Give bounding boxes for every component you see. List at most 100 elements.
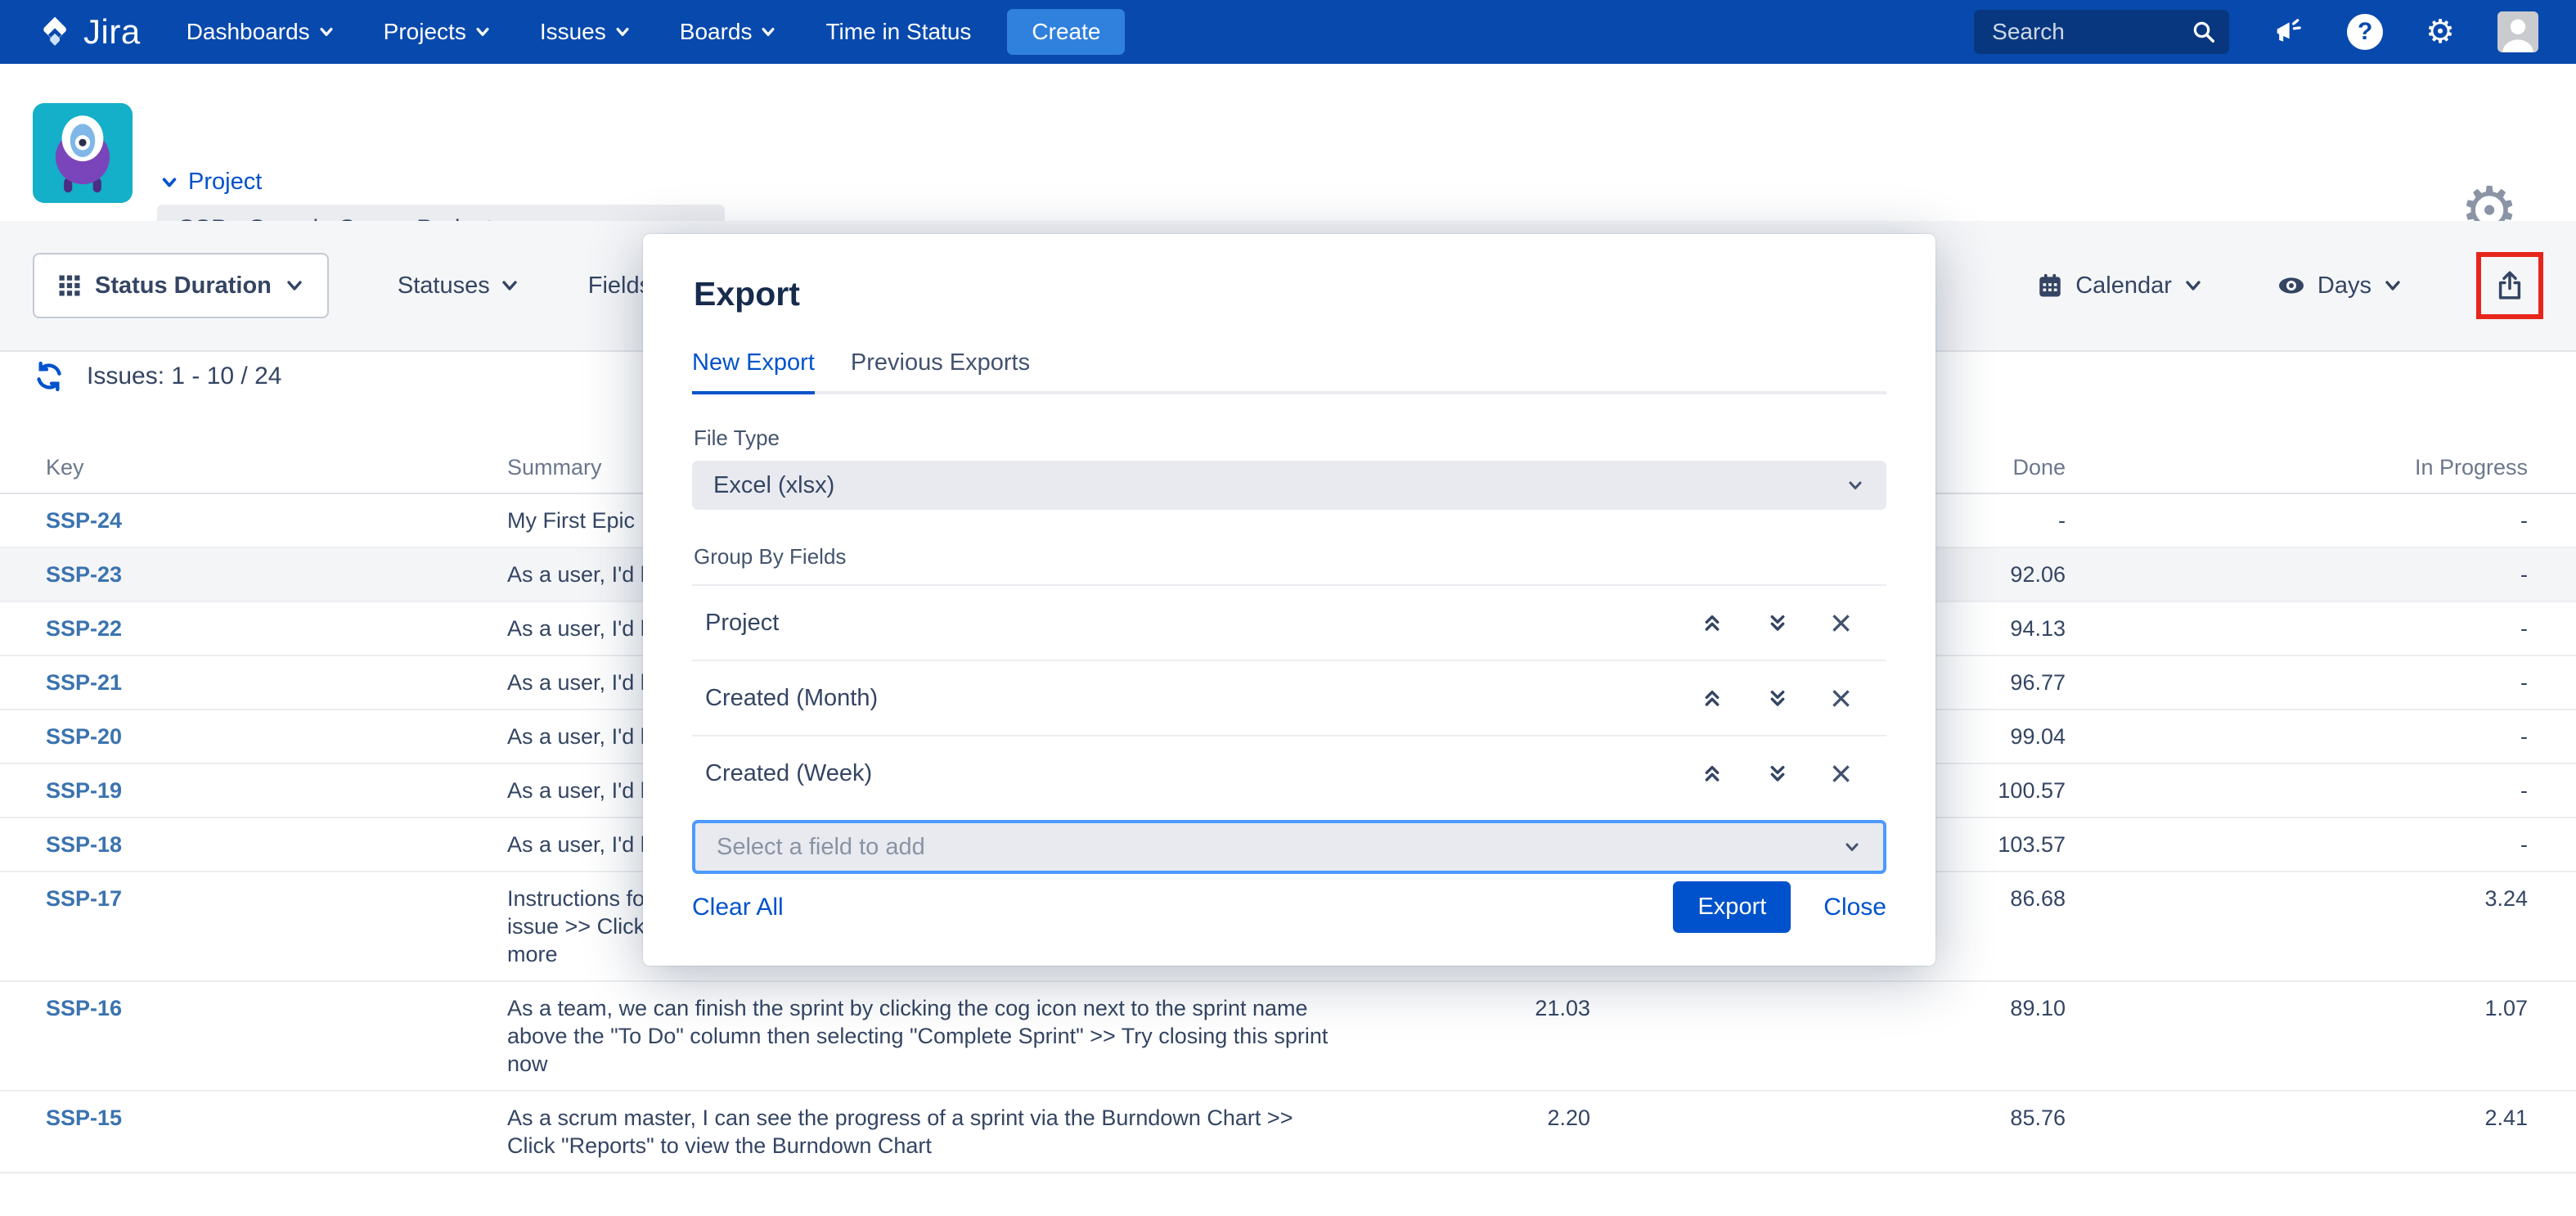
calendar-menu[interactable]: Calendar [2036,272,2203,299]
nav-item-dashboards[interactable]: Dashboards [187,19,335,45]
file-type-select[interactable]: Excel (xlsx) [692,461,1886,510]
nav-item-boards[interactable]: Boards [680,19,777,45]
nav-item-projects[interactable]: Projects [384,19,491,45]
statuses-menu-label: Statuses [398,272,490,299]
in-progress-value: 2.41 [2066,1092,2528,1172]
clear-all-button[interactable]: Clear All [692,894,784,921]
file-type-label: File Type [694,426,1886,451]
chevron-down-icon [614,24,631,40]
issue-key-link[interactable]: SSP-17 [46,886,122,911]
nav-item-time-in-status[interactable]: Time in Status [825,19,971,45]
move-top-icon[interactable] [1699,685,1725,711]
nav-item-label: Dashboards [187,19,310,45]
group-field-row: Project × [692,584,1886,660]
in-progress-value: - [2066,710,2528,763]
in-progress-value: 3.24 [2066,872,2528,980]
nav-menu: Dashboards Projects Issues Boards Time i… [187,19,972,45]
export-share-icon [2493,268,2527,303]
issue-summary: As a team, we can finish the sprint by c… [507,982,1342,1090]
chevron-down-icon [500,276,519,295]
create-button[interactable]: Create [1007,9,1125,55]
close-button[interactable]: Close [1823,894,1886,921]
issue-key-link[interactable]: SSP-22 [46,616,122,641]
chevron-down-icon [318,24,335,40]
eye-icon [2277,271,2306,300]
chevron-down-icon [760,24,776,40]
issues-count-bar: Issues: 1 - 10 / 24 [33,350,281,403]
calendar-icon [2036,272,2064,299]
group-field-row: Created (Month) × [692,660,1886,735]
move-bottom-icon[interactable] [1765,610,1791,636]
chevron-down-icon [2383,276,2403,295]
in-progress-value: - [2066,656,2528,709]
jira-logo[interactable]: Jira [38,12,141,52]
issues-count-text: Issues: 1 - 10 / 24 [87,363,281,390]
issue-key-link[interactable]: SSP-19 [46,778,122,803]
export-button-highlighted[interactable] [2476,252,2543,319]
done-value: 89.10 [1590,982,2066,1090]
add-field-placeholder: Select a field to add [717,834,1842,861]
issue-key-link[interactable]: SSP-24 [46,508,122,533]
nav-item-label: Projects [384,19,466,45]
tab-new-export[interactable]: New Export [692,349,815,394]
in-progress-value: - [2066,764,2528,817]
table-row: SSP-15 As a scrum master, I can see the … [0,1092,2576,1173]
in-progress-value: - [2066,494,2528,547]
chevron-down-icon [474,24,491,40]
move-top-icon[interactable] [1699,760,1725,786]
move-bottom-icon[interactable] [1765,685,1791,711]
done-value: 85.76 [1590,1092,2066,1172]
issue-key-link[interactable]: SSP-23 [46,562,122,587]
remove-field-icon[interactable]: × [1830,679,1852,717]
move-bottom-icon[interactable] [1765,760,1791,786]
in-progress-value: - [2066,602,2528,655]
chevron-down-icon [1845,475,1865,495]
in-progress-value: - [2066,548,2528,601]
user-avatar[interactable] [2497,11,2538,52]
modal-title: Export [694,275,1886,313]
toolbar-right: Calendar Days [2036,252,2543,319]
settings-gear-icon[interactable]: ⚙ [2425,16,2455,48]
nav-item-issues[interactable]: Issues [540,19,631,45]
search-icon[interactable] [2192,20,2216,44]
col-header-in-progress: In Progress [2066,455,2528,480]
feedback-megaphone-icon[interactable] [2272,16,2304,48]
table-row: SSP-16 As a team, we can finish the spri… [0,982,2576,1092]
group-by-fields-label: Group By Fields [694,544,1886,570]
issue-key-link[interactable]: SSP-20 [46,724,122,749]
chevron-down-icon [285,276,304,295]
tab-previous-exports[interactable]: Previous Exports [851,349,1030,394]
time-unit-menu[interactable]: Days [2277,271,2403,300]
project-scope-dropdown[interactable]: Project [160,169,262,196]
project-scope-label: Project [188,169,262,196]
refresh-icon[interactable] [33,360,65,393]
issue-summary: As a scrum master, I can see the progres… [507,1092,1342,1172]
export-submit-button[interactable]: Export [1673,881,1791,933]
todo-value: 21.03 [1342,982,1590,1090]
brand-name: Jira [83,12,141,52]
issue-key-link[interactable]: SSP-15 [46,1106,122,1130]
grid-icon [57,273,82,298]
move-top-icon[interactable] [1699,610,1725,636]
issue-key-link[interactable]: SSP-18 [46,832,122,857]
in-progress-value: - [2066,818,2528,871]
nav-right-cluster: ? ⚙ [1974,10,2538,54]
issue-key-link[interactable]: SSP-21 [46,670,122,695]
chevron-down-icon [2183,276,2203,295]
file-type-value: Excel (xlsx) [713,472,1845,499]
statuses-menu[interactable]: Statuses [398,272,519,299]
top-nav: Jira Dashboards Projects Issues Boards T… [0,0,2576,64]
remove-field-icon[interactable]: × [1830,754,1852,792]
search-box [1974,10,2229,54]
group-field-name: Created (Week) [705,760,1699,787]
in-progress-value: 1.07 [2066,982,2528,1090]
group-field-name: Project [705,610,1699,637]
modal-tabs: New Export Previous Exports [692,349,1886,394]
modal-footer: Clear All Export Close [692,881,1886,933]
view-selector-button[interactable]: Status Duration [33,253,329,318]
issue-key-link[interactable]: SSP-16 [46,996,122,1020]
help-icon[interactable]: ? [2347,14,2383,50]
app-root: Jira Dashboards Projects Issues Boards T… [0,0,2576,1216]
remove-field-icon[interactable]: × [1830,604,1852,642]
add-field-select[interactable]: Select a field to add [692,820,1886,874]
